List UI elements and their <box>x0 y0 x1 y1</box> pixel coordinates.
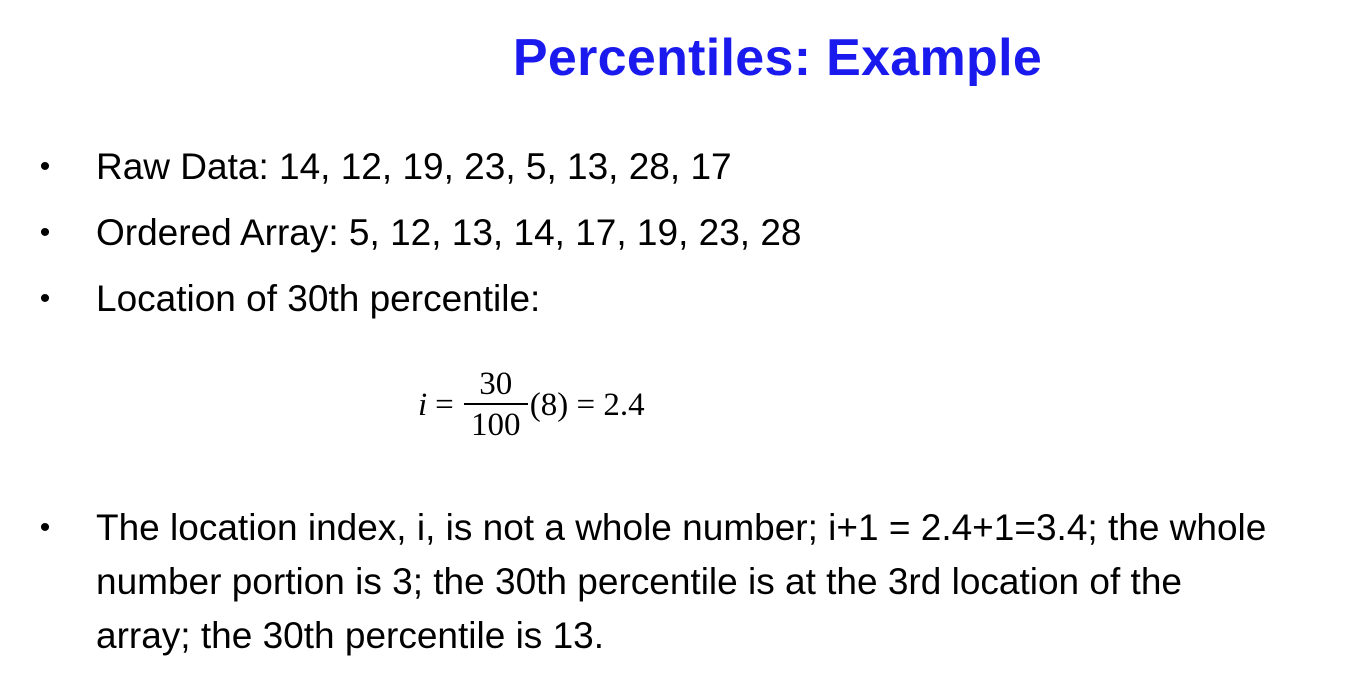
bullet-text: Location of 30th percentile: <box>96 278 541 319</box>
formula-rest: (8) = 2.4 <box>529 386 645 423</box>
bullet-dot-icon: • <box>39 282 51 315</box>
bullet-text: The location index, i, is not a whole nu… <box>96 507 1267 656</box>
formula-denominator: 100 <box>471 406 521 443</box>
slide-title: Percentiles: Example <box>512 29 1043 87</box>
bullet-dot-icon: • <box>39 150 51 183</box>
percentile-formula: i = 30 100 (8) = 2.4 <box>418 362 645 448</box>
formula-fraction: 30 100 <box>463 365 528 445</box>
bullet-text: Raw Data: 14, 12, 19, 23, 5, 13, 28, 17 <box>96 146 732 187</box>
formula-variable: i <box>418 386 428 423</box>
formula-equals: = <box>435 386 454 423</box>
bullet-dot-icon: • <box>39 216 51 249</box>
formula-numerator: 30 <box>479 366 513 403</box>
bullet-dot-icon: • <box>39 511 51 544</box>
bullet-text: Ordered Array: 5, 12, 13, 14, 17, 19, 23… <box>96 212 802 253</box>
